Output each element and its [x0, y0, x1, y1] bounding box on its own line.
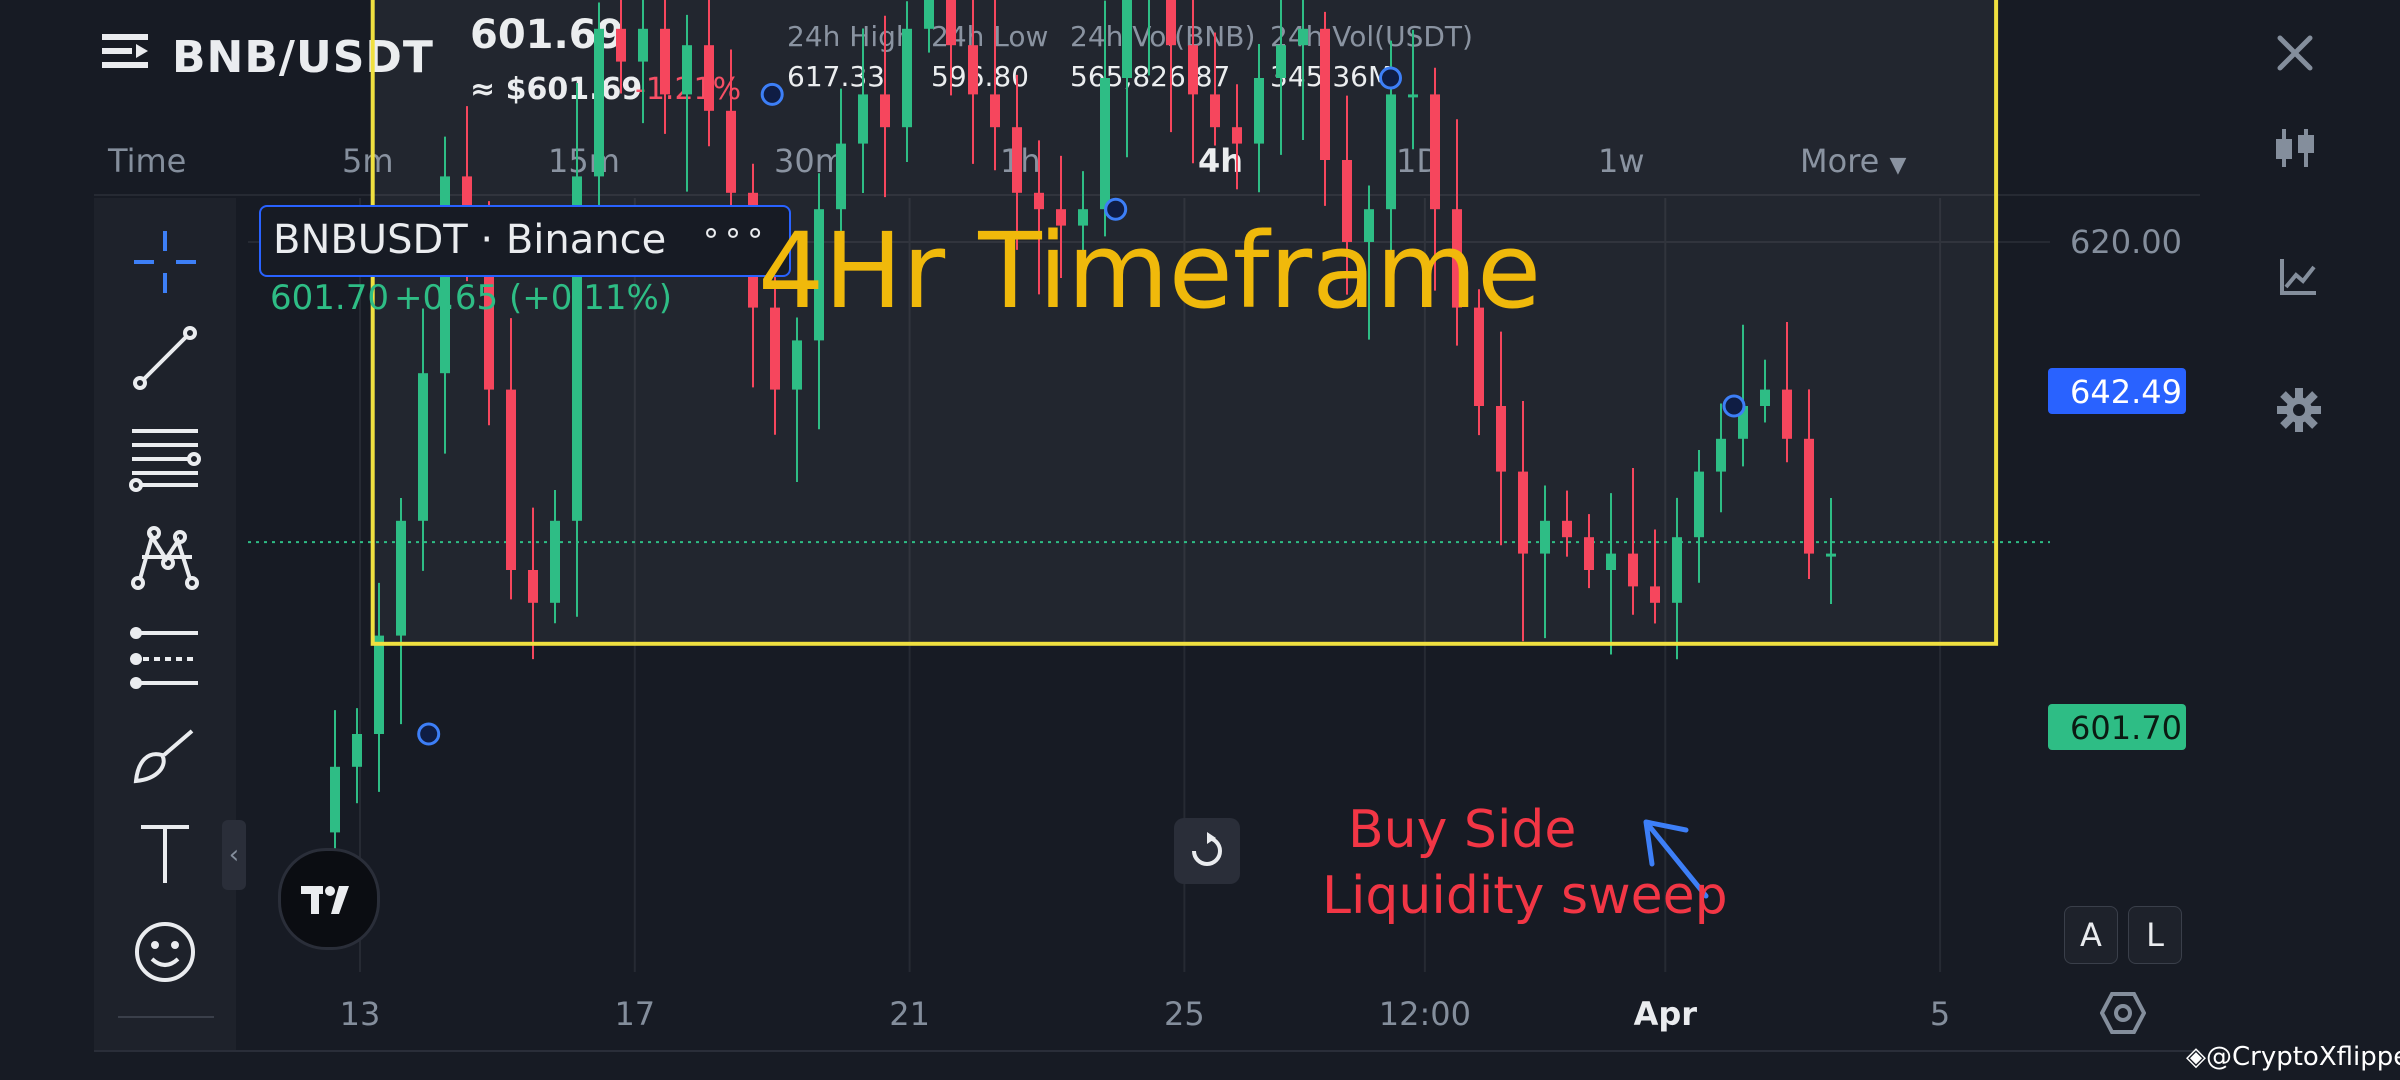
symbol-legend[interactable]: BNBUSDT · Binance ∘∘∘ [259, 205, 791, 277]
x-tick-label: 25 [1164, 995, 1205, 1033]
candle-body [1386, 94, 1396, 210]
candle-body [1628, 553, 1638, 587]
candle-body [1276, 45, 1286, 78]
candle-body [1320, 28, 1330, 160]
candle-body [1518, 471, 1528, 554]
candle-body [858, 94, 868, 144]
candle-body [506, 389, 516, 570]
candle-body [1166, 0, 1176, 46]
candle-body [946, 0, 956, 46]
candle-body [374, 635, 384, 734]
candle-body [352, 734, 362, 767]
candle-body [1562, 520, 1572, 538]
candle-body [1430, 94, 1440, 210]
trade-marker [760, 82, 784, 106]
candle-body [1408, 94, 1418, 98]
legend-price: 601.70 [270, 278, 389, 318]
annotation-sweep-line1: Buy Side [1348, 800, 1577, 860]
x-tick-label: 5 [1930, 995, 1950, 1033]
log-scale-button[interactable]: L [2128, 906, 2182, 964]
x-tick-label: 12:00 [1379, 995, 1471, 1033]
trade-marker [1722, 394, 1746, 418]
current-price-label: 601.70 [2070, 709, 2182, 747]
candle-body [880, 94, 890, 128]
bottom-divider [94, 1050, 2200, 1052]
candle-body [1210, 94, 1220, 128]
candle-body [1100, 78, 1110, 210]
time-axis-settings-icon[interactable] [2099, 990, 2150, 1040]
candle-body [1782, 389, 1792, 439]
candle-body [1584, 537, 1594, 570]
candle-body [1254, 78, 1264, 144]
candle-body [1188, 45, 1198, 95]
candle-body [990, 94, 1000, 128]
candle-body [1012, 127, 1022, 193]
candle-body [550, 520, 560, 603]
candle-body [1804, 438, 1814, 554]
candle-body [1540, 520, 1550, 554]
annotation-sweep-line2: Liquidity sweep [1322, 866, 1728, 926]
candle-body [902, 28, 912, 128]
candle-body [1650, 586, 1660, 603]
candle-body [792, 340, 802, 390]
candle-body [1760, 389, 1770, 406]
candle-body [594, 28, 604, 177]
candle-body [1122, 0, 1132, 79]
tradingview-logo-mark [301, 886, 349, 914]
candle-body [1606, 553, 1616, 570]
watermark-text: @CryptoXflipper [2206, 1042, 2400, 1072]
level-price-label: 642.49 [2070, 373, 2182, 411]
candle-body [1694, 471, 1704, 538]
trade-marker [1379, 66, 1402, 90]
x-tick-label: 21 [889, 995, 930, 1033]
candle-body [660, 28, 670, 95]
x-tick-label: 13 [340, 995, 381, 1033]
x-tick-label: 17 [614, 995, 655, 1033]
reset-chart-button[interactable] [1174, 818, 1240, 884]
candle-body [396, 520, 406, 636]
candle-body [704, 45, 714, 111]
reset-icon [1192, 832, 1222, 866]
legend-change: +0.65 (+0.11%) [394, 278, 673, 318]
candle-body [418, 373, 428, 521]
candle-body [1232, 127, 1242, 144]
candle-body [638, 28, 648, 62]
watermark-diamond-icon: ◈ [2186, 1042, 2206, 1072]
candle-body [1496, 406, 1506, 472]
watermark: ◈@CryptoXflipper [2186, 1042, 2400, 1072]
trade-marker [417, 722, 441, 746]
candle-body [682, 45, 692, 95]
x-tick-label: Apr [1634, 995, 1698, 1033]
candle-body [528, 570, 538, 603]
annotation-title: 4Hr Timeframe [758, 210, 1542, 332]
candle-body [330, 766, 340, 833]
candle-body [1672, 537, 1682, 603]
y-tick-label: 620.00 [2070, 223, 2182, 261]
candle-body [616, 28, 626, 62]
candle-body [1298, 28, 1308, 46]
candle-body [836, 143, 846, 210]
symbol-legend-text: BNBUSDT · Binance [273, 217, 667, 263]
candle-body [726, 110, 736, 193]
auto-scale-button[interactable]: A [2064, 906, 2118, 964]
candle-body [968, 45, 978, 95]
tradingview-logo [278, 848, 380, 950]
candle-body [1034, 192, 1044, 210]
candle-body [1826, 553, 1836, 557]
candle-body [924, 0, 934, 29]
candle-body [1716, 438, 1726, 472]
